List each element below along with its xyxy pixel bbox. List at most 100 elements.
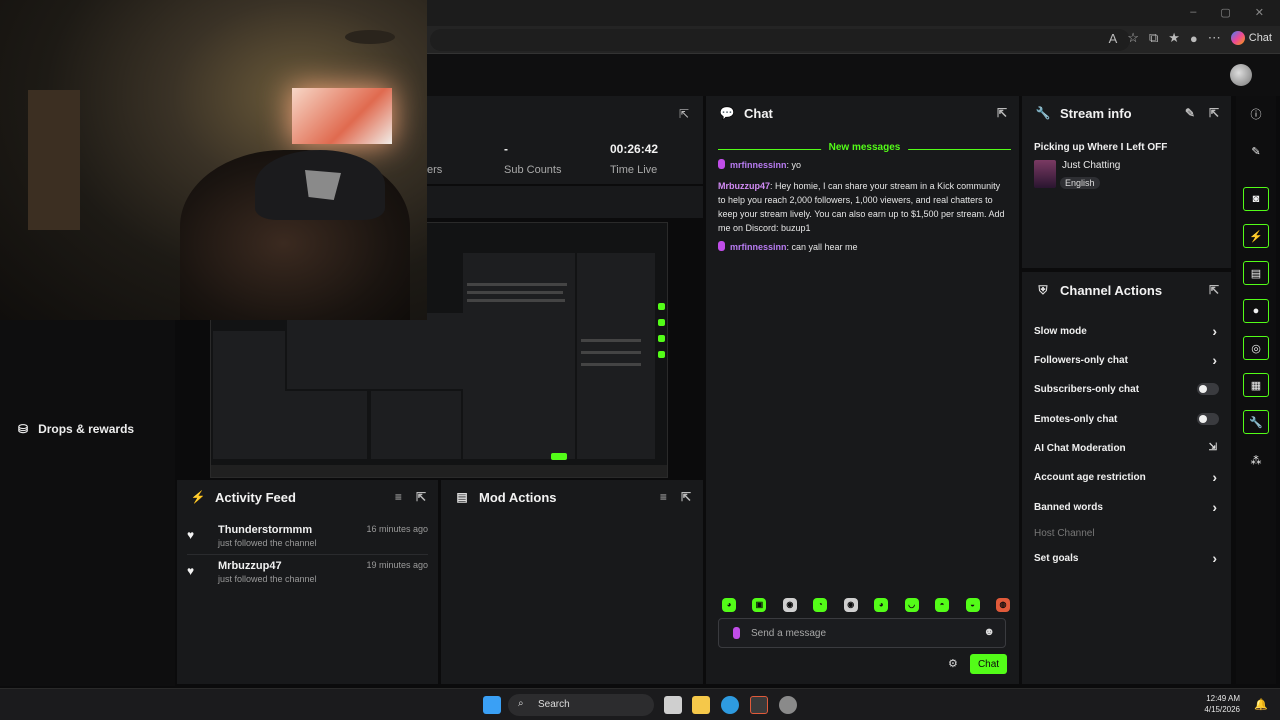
emote-icon[interactable]: ▣	[752, 598, 767, 612]
emote-icon[interactable]: ◔	[813, 598, 828, 612]
emote-icon[interactable]: ◕	[722, 598, 736, 612]
action-followers-only[interactable]: Followers-only chat ›	[1034, 352, 1221, 370]
emote-icon[interactable]: ◡	[904, 598, 919, 612]
filter-icon[interactable]: ≡	[660, 490, 667, 504]
chat-username[interactable]: mrfinnessinn	[730, 160, 787, 170]
profile-icon[interactable]: ●	[1190, 31, 1198, 46]
chat-send-button[interactable]: Chat	[970, 654, 1007, 674]
more-icon[interactable]: ⋯	[1208, 30, 1221, 46]
new-messages-label: New messages	[820, 142, 909, 153]
emote-icon[interactable]: ◉	[782, 598, 797, 612]
wrench-rail-icon[interactable]: 🔧	[1243, 410, 1269, 434]
preview-line	[467, 283, 567, 286]
subscribers-only-toggle[interactable]	[1197, 383, 1219, 395]
close-icon[interactable]: ✕	[1255, 6, 1264, 19]
mic-icon[interactable]	[733, 627, 740, 639]
copilot-button[interactable]: Chat	[1230, 31, 1272, 45]
chat-input-box[interactable]: ☻	[718, 618, 1006, 648]
chat-settings-icon[interactable]: ⚙	[948, 657, 958, 670]
expand-icon[interactable]: ⇱	[1209, 106, 1219, 120]
favorite-star-icon[interactable]: ☆	[1127, 30, 1139, 46]
file-explorer-icon[interactable]	[692, 696, 710, 714]
broadcast-rail-icon[interactable]: ◎	[1243, 336, 1269, 360]
obs-icon[interactable]	[750, 696, 768, 714]
action-account-age[interactable]: Account age restriction ›	[1034, 469, 1221, 487]
extensions-icon[interactable]: ⧉	[1149, 30, 1158, 46]
activity-feed-title: Activity Feed	[215, 489, 296, 505]
action-label: Host Channel	[1034, 528, 1095, 539]
taskbar-search[interactable]: ⌕ Search	[508, 694, 654, 716]
action-set-goals[interactable]: Set goals ›	[1034, 550, 1221, 568]
layout-rail-icon[interactable]: ▦	[1243, 373, 1269, 397]
emoji-icon[interactable]: ☻	[983, 626, 995, 638]
emote-icon[interactable]: ◉	[843, 598, 858, 612]
feed-user[interactable]: Thunderstormmm	[218, 524, 312, 536]
chat-message: mrfinnessinn: can yall hear me	[718, 240, 1010, 254]
edge-browser-icon[interactable]	[721, 696, 739, 714]
windows-start-icon[interactable]	[483, 696, 501, 714]
action-subscribers-only: Subscribers-only chat	[1034, 381, 1221, 399]
url-field[interactable]	[430, 29, 1130, 51]
emotes-only-toggle[interactable]	[1197, 413, 1219, 425]
chat-panel: 💬 Chat ⇱ New messages mrfinnessinn: yo M…	[706, 96, 1019, 684]
expand-icon[interactable]: ⇱	[1209, 283, 1219, 297]
chat-bubble-icon: 💬	[719, 106, 735, 120]
stream-category[interactable]: Just Chatting	[1062, 160, 1120, 171]
action-label: Set goals	[1034, 553, 1079, 564]
edit-icon[interactable]: ✎	[1185, 106, 1195, 120]
settings-icon[interactable]	[779, 696, 797, 714]
copilot-icon	[1230, 31, 1245, 45]
document-icon: ▤	[456, 490, 468, 504]
expand-icon[interactable]: ⇱	[416, 490, 426, 504]
preview-line	[581, 339, 641, 342]
emote-icon[interactable]: ◓	[935, 598, 950, 612]
activity-feed-header: ⚡ Activity Feed ≡ ⇱	[177, 480, 438, 514]
lightning-icon: ⚡	[190, 490, 206, 504]
heart-icon: ♥	[187, 564, 195, 578]
chat-username[interactable]: Mrbuzzup47	[718, 181, 770, 191]
emote-icon[interactable]: ◕	[874, 598, 889, 612]
filter-icon[interactable]: ≡	[395, 490, 402, 504]
user-avatar[interactable]	[1230, 64, 1252, 86]
chat-username[interactable]: mrfinnessinn	[730, 242, 787, 252]
favorites-icon[interactable]: ★	[1168, 30, 1180, 46]
pencil-icon[interactable]: ✎	[1243, 139, 1269, 163]
chat-input[interactable]	[751, 625, 971, 641]
lightning-rail-icon[interactable]: ⚡	[1243, 224, 1269, 248]
action-slow-mode[interactable]: Slow mode ›	[1034, 323, 1221, 341]
info-icon[interactable]: ⓘ	[1243, 102, 1269, 126]
emote-icon[interactable]: ◍	[995, 598, 1010, 612]
expand-icon[interactable]: ⇱	[679, 107, 689, 121]
preview-player	[287, 313, 463, 389]
read-aloud-icon[interactable]: A	[1109, 31, 1118, 46]
language-badge: English	[1060, 177, 1100, 189]
activity-feed-panel: ⚡ Activity Feed ≡ ⇱ ♥ Thunderstormmm jus…	[177, 480, 438, 684]
minimize-icon[interactable]: –	[1190, 6, 1196, 19]
preview-rail-icon	[658, 319, 665, 326]
taskbar-clock[interactable]: 12:49 AM 4/15/2026	[1204, 693, 1240, 715]
shield-rail-icon[interactable]: ◙	[1243, 187, 1269, 211]
palette-icon[interactable]: ⁂	[1243, 448, 1269, 472]
action-label: Banned words	[1034, 502, 1103, 513]
action-ai-moderation[interactable]: AI Chat Moderation ⇲	[1034, 440, 1221, 458]
action-label: AI Chat Moderation	[1034, 443, 1126, 454]
new-messages-divider[interactable]: New messages	[718, 142, 1011, 156]
maximize-icon[interactable]: ▢	[1220, 6, 1230, 19]
document-rail-icon[interactable]: ▤	[1243, 261, 1269, 285]
stream-info-title: Stream info	[1060, 105, 1132, 121]
preview-taskbar	[211, 465, 667, 477]
feed-description: just followed the channel	[218, 538, 317, 548]
feed-time: 19 minutes ago	[366, 560, 428, 570]
sub-counts-label: Sub Counts	[504, 164, 562, 176]
sidebar-item-drops[interactable]: ⛁ Drops & rewards	[18, 422, 134, 436]
sidebar-item-label: Drops & rewards	[38, 422, 135, 436]
chat-rail-icon[interactable]: ●	[1243, 299, 1269, 323]
notification-bell-icon[interactable]: 🔔	[1254, 698, 1268, 711]
preview-rail-icon	[658, 335, 665, 342]
feed-user[interactable]: Mrbuzzup47	[218, 560, 282, 572]
expand-icon[interactable]: ⇱	[997, 106, 1007, 120]
emote-icon[interactable]: ◒	[965, 598, 980, 612]
task-view-icon[interactable]	[664, 696, 682, 714]
expand-icon[interactable]: ⇱	[681, 490, 691, 504]
action-banned-words[interactable]: Banned words ›	[1034, 499, 1221, 517]
